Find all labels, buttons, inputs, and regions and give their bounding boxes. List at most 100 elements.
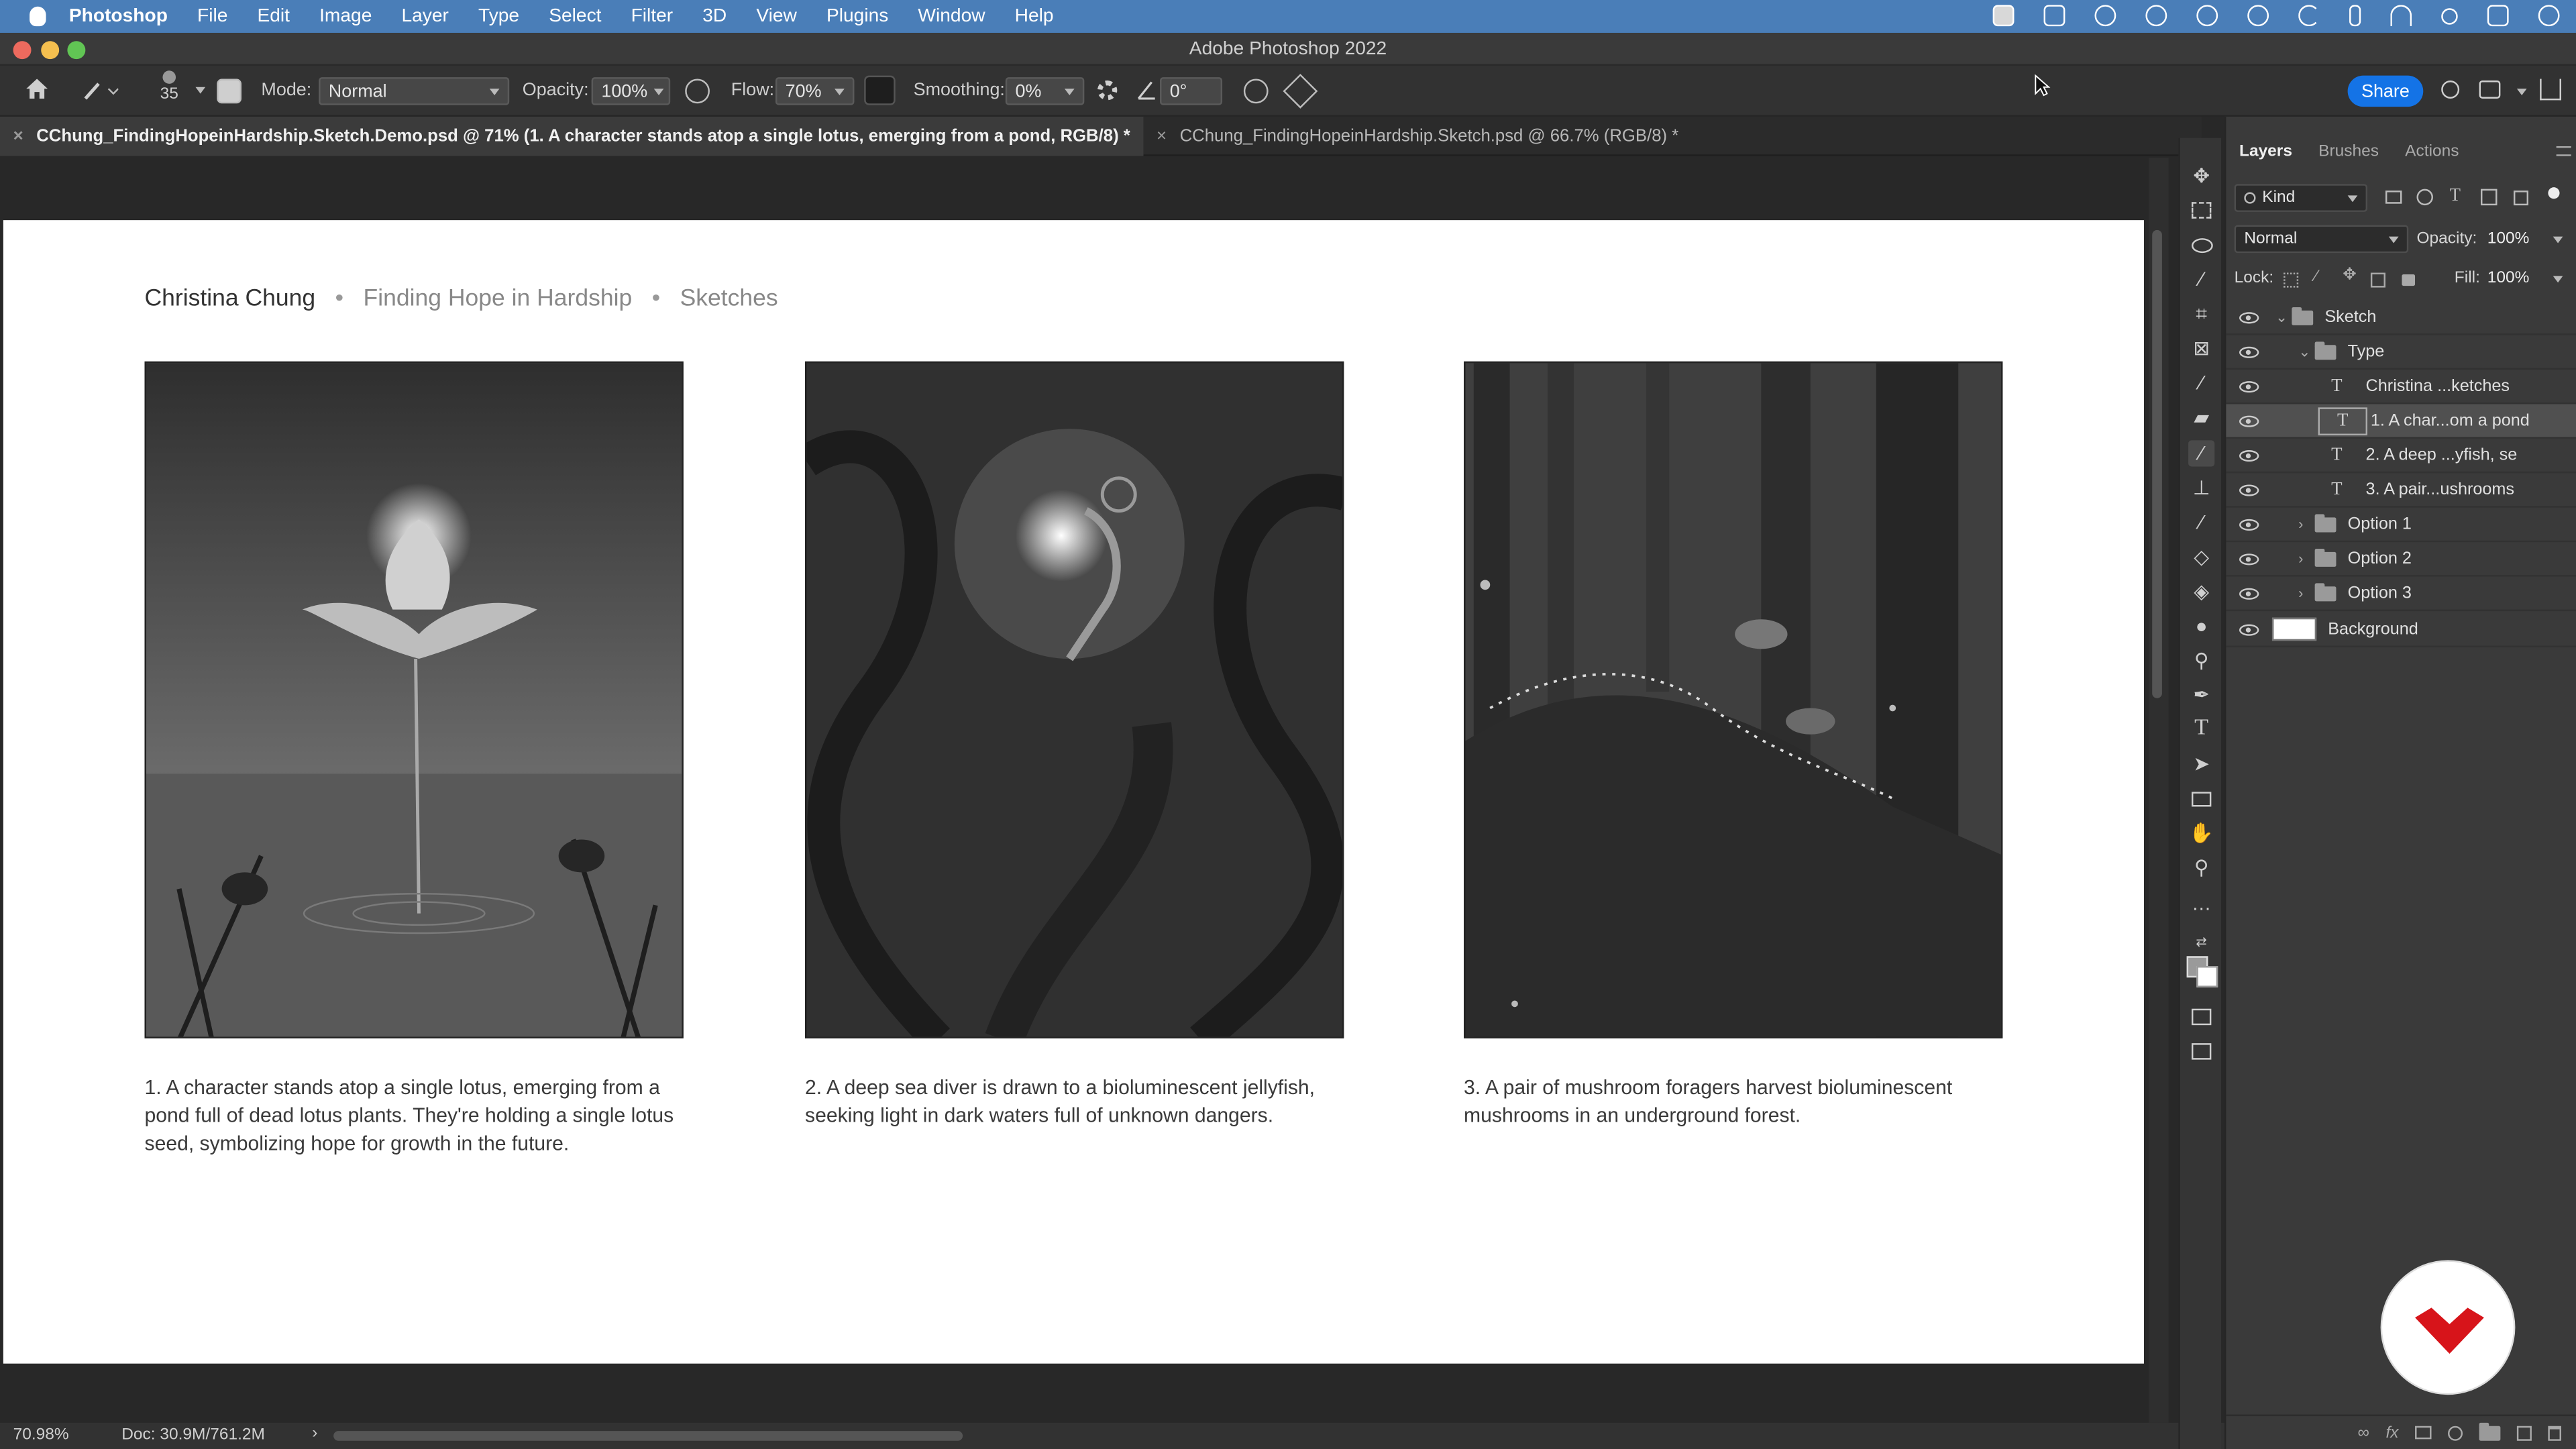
control-center-icon[interactable] bbox=[2487, 5, 2509, 27]
status-app-icon[interactable] bbox=[1992, 5, 2015, 27]
layer-opacity-value[interactable]: 100% bbox=[2487, 230, 2530, 248]
menu-image[interactable]: Image bbox=[319, 7, 372, 26]
layer-filter-dropdown[interactable]: Kind bbox=[2234, 184, 2368, 212]
tab-demo-document[interactable]: × CChung_FindingHopeinHardship.Sketch.De… bbox=[0, 115, 1144, 156]
more-tools-icon[interactable]: … bbox=[2188, 890, 2214, 916]
tab-layers[interactable]: Layers bbox=[2226, 133, 2305, 169]
workspace-chevron-icon[interactable] bbox=[2516, 89, 2527, 96]
expand-chevron-icon[interactable]: › bbox=[2298, 550, 2303, 566]
expand-chevron-icon[interactable]: › bbox=[2298, 516, 2303, 532]
zoom-tool-icon[interactable]: ⚲ bbox=[2188, 854, 2214, 880]
visibility-eye-icon[interactable] bbox=[2239, 518, 2259, 530]
close-tab-icon[interactable]: × bbox=[1157, 125, 1167, 145]
hand-tool-icon[interactable]: ✋ bbox=[2188, 820, 2214, 846]
opacity-field[interactable]: 100% bbox=[591, 77, 671, 105]
lock-pixels-icon[interactable]: ⁄ bbox=[2315, 268, 2318, 286]
gear-icon[interactable] bbox=[1097, 80, 1118, 101]
adjustment-layer-icon[interactable] bbox=[2448, 1425, 2463, 1440]
vertical-scrollbar[interactable] bbox=[2149, 158, 2169, 1423]
filter-shape-icon[interactable] bbox=[2480, 189, 2498, 206]
paint-bucket-tool-icon[interactable]: ◈ bbox=[2188, 578, 2214, 604]
layer-opacity-chevron-icon[interactable] bbox=[2553, 236, 2563, 244]
quick-mask-icon[interactable] bbox=[2188, 1004, 2214, 1030]
layer-text-caption-1[interactable]: T 1. A char...om a pond bbox=[2226, 404, 2576, 439]
lock-all-icon[interactable] bbox=[2402, 274, 2416, 286]
stamp-tool-icon[interactable]: ⊥ bbox=[2188, 475, 2214, 501]
share-export-icon[interactable] bbox=[2540, 78, 2561, 101]
spotlight-search-icon[interactable] bbox=[2441, 7, 2458, 24]
menu-view[interactable]: View bbox=[756, 7, 797, 26]
new-layer-icon[interactable] bbox=[2516, 1425, 2532, 1440]
layer-background[interactable]: Background bbox=[2226, 612, 2576, 647]
visibility-eye-icon[interactable] bbox=[2239, 553, 2259, 565]
healing-brush-tool-icon[interactable]: ▰ bbox=[2188, 404, 2214, 430]
bluetooth-icon[interactable] bbox=[2349, 5, 2361, 27]
history-brush-tool-icon[interactable]: ⁄ bbox=[2188, 509, 2214, 535]
eraser-tool-icon[interactable]: ◇ bbox=[2188, 544, 2214, 570]
layer-group-option-3[interactable]: › Option 3 bbox=[2226, 577, 2576, 612]
zoom-window-button[interactable] bbox=[67, 41, 86, 60]
menu-plugins[interactable]: Plugins bbox=[826, 7, 888, 26]
vertical-scroll-thumb[interactable] bbox=[2152, 229, 2162, 698]
brush-size-chevron-icon[interactable] bbox=[195, 87, 206, 94]
filter-toggle-icon[interactable] bbox=[2548, 187, 2560, 199]
brush-tool-icon[interactable]: ⁄ bbox=[2188, 440, 2215, 467]
mode-dropdown[interactable]: Normal bbox=[319, 77, 510, 105]
pressure-size-icon[interactable] bbox=[1243, 78, 1269, 104]
layer-style-icon[interactable]: fx bbox=[2385, 1424, 2398, 1442]
layer-group-sketch[interactable]: ⌄ Sketch bbox=[2226, 301, 2576, 335]
close-window-button[interactable] bbox=[13, 41, 32, 60]
horizontal-scroll-thumb[interactable] bbox=[333, 1431, 963, 1441]
visibility-eye-icon[interactable] bbox=[2239, 449, 2259, 461]
menu-help[interactable]: Help bbox=[1015, 7, 1054, 26]
flow-field[interactable]: 70% bbox=[775, 77, 855, 105]
smoothing-field[interactable]: 0% bbox=[1005, 77, 1085, 105]
pressure-opacity-icon[interactable] bbox=[685, 78, 710, 104]
expand-chevron-icon[interactable]: › bbox=[2298, 585, 2303, 601]
close-tab-icon[interactable]: × bbox=[13, 125, 23, 145]
filter-type-icon[interactable]: T bbox=[2449, 186, 2460, 205]
panel-menu-icon[interactable] bbox=[2556, 146, 2571, 156]
menu-filter[interactable]: Filter bbox=[631, 7, 674, 26]
share-button[interactable]: Share bbox=[2347, 75, 2424, 107]
tab-actions[interactable]: Actions bbox=[2392, 133, 2473, 169]
layer-text-header[interactable]: T Christina ...ketches bbox=[2226, 370, 2576, 405]
filter-pixel-icon[interactable] bbox=[2385, 191, 2402, 204]
canvas-area[interactable]: Christina Chung • Finding Hope in Hardsh… bbox=[0, 158, 2149, 1423]
document-page[interactable]: Christina Chung • Finding Hope in Hardsh… bbox=[3, 220, 2144, 1364]
link-layers-icon[interactable]: ∞ bbox=[2358, 1424, 2369, 1442]
pen-tool-icon[interactable]: ✒ bbox=[2188, 682, 2214, 708]
layer-group-option-1[interactable]: › Option 1 bbox=[2226, 508, 2576, 543]
layer-group-type[interactable]: ⌄ Type bbox=[2226, 335, 2576, 370]
settings-icon[interactable] bbox=[2247, 5, 2269, 27]
menu-edit[interactable]: Edit bbox=[257, 7, 290, 26]
search-icon[interactable] bbox=[2441, 80, 2460, 99]
background-color-swatch[interactable] bbox=[2196, 966, 2218, 987]
lasso-tool-icon[interactable] bbox=[2188, 231, 2214, 258]
path-selection-tool-icon[interactable]: ➤ bbox=[2188, 751, 2214, 777]
layer-mask-icon[interactable] bbox=[2415, 1426, 2432, 1440]
zoom-level[interactable]: 70.98% bbox=[13, 1426, 69, 1444]
airbrush-icon[interactable] bbox=[864, 75, 896, 105]
visibility-eye-icon[interactable] bbox=[2239, 380, 2259, 392]
filter-adjustment-icon[interactable] bbox=[2416, 189, 2433, 206]
blur-tool-icon[interactable]: ● bbox=[2188, 612, 2214, 639]
layer-group-option-2[interactable]: › Option 2 bbox=[2226, 542, 2576, 577]
brush-settings-icon[interactable] bbox=[217, 78, 242, 104]
fill-value[interactable]: 100% bbox=[2487, 270, 2530, 288]
symmetry-icon[interactable] bbox=[1283, 73, 1318, 109]
lock-transparent-icon[interactable] bbox=[2284, 272, 2299, 288]
cast-icon[interactable] bbox=[2196, 5, 2218, 27]
blend-mode-dropdown[interactable]: Normal bbox=[2234, 225, 2409, 254]
move-tool-icon[interactable]: ✥ bbox=[2188, 162, 2214, 189]
menu-3d[interactable]: 3D bbox=[702, 7, 727, 26]
menu-layer[interactable]: Layer bbox=[401, 7, 448, 26]
layer-text-caption-3[interactable]: T 3. A pair...ushrooms bbox=[2226, 473, 2576, 508]
tab-brushes[interactable]: Brushes bbox=[2306, 133, 2392, 169]
lock-artboard-icon[interactable] bbox=[2370, 272, 2385, 288]
dodge-tool-icon[interactable]: ⚲ bbox=[2188, 647, 2214, 674]
visibility-eye-icon[interactable] bbox=[2239, 311, 2259, 323]
marquee-tool-icon[interactable] bbox=[2188, 197, 2214, 223]
sync-icon[interactable] bbox=[2094, 5, 2116, 27]
type-tool-icon[interactable]: T bbox=[2188, 716, 2214, 743]
